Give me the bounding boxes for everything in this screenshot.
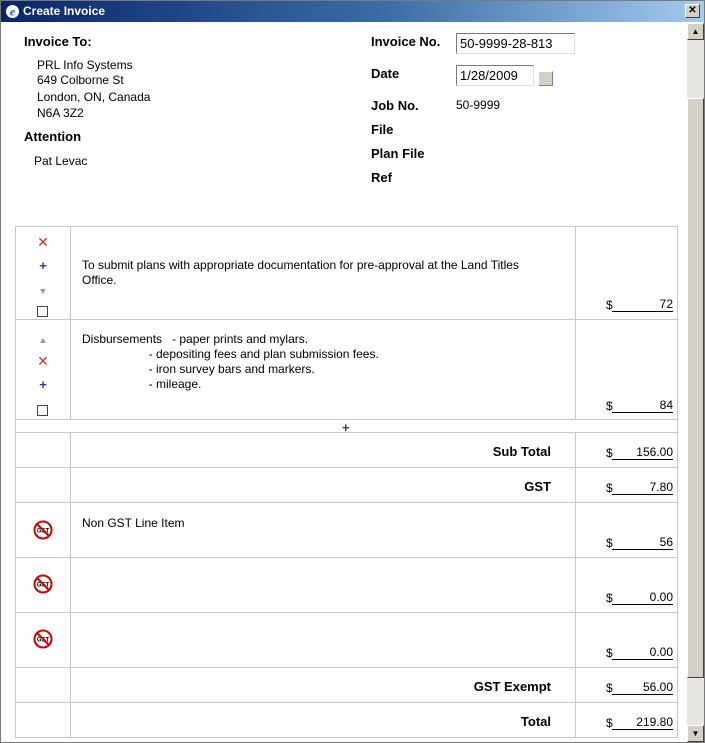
line-item-checkbox[interactable] [37,405,48,416]
invoice-form: Invoice To: PRL Info Systems 649 Colborn… [3,23,687,742]
invoice-no-label: Invoice No. [371,34,441,49]
line-item-row: ✕ + ▼ To submit plans with appropriate d… [16,227,677,320]
subtotal-label: Sub Total [492,444,551,459]
gst-row: GST $ 7.80 [16,468,677,503]
move-up-icon[interactable]: ▲ [37,334,49,346]
add-icon[interactable]: + [37,259,49,272]
address-line-1: PRL Info Systems [37,58,133,72]
close-button[interactable]: ✕ [685,4,700,18]
invoice-window: e Create Invoice ✕ Invoice To: PRL Info … [0,0,705,743]
non-gst-row: GST Non GST Line Item $ 56 [16,503,677,558]
gst-exempt-label: GST Exempt [473,679,551,694]
plan-file-label: Plan File [371,146,425,161]
attention-value: Pat Levac [34,154,88,168]
job-no-value: 50-9999 [456,98,501,112]
invoice-no-input[interactable] [456,33,575,54]
delete-icon[interactable]: ✕ [37,354,49,368]
scroll-down-icon[interactable]: ▼ [687,725,704,742]
no-gst-icon[interactable]: GST [33,520,53,540]
ie-icon: e [6,5,19,19]
address-line-2: 649 Colborne St [37,73,124,87]
delete-icon[interactable]: ✕ [37,235,49,249]
file-label: File [371,122,394,137]
add-icon[interactable]: + [37,378,49,391]
scrollbar-thumb[interactable] [687,98,704,678]
non-gst-description[interactable]: Non GST Line Item [82,516,185,531]
date-input[interactable] [456,65,534,86]
gst-label: GST [524,479,551,494]
line-items-table: ✕ + ▼ To submit plans with appropriate d… [15,226,678,738]
address-line-4: N6A 3Z2 [37,106,84,120]
line-item-description[interactable]: Disbursements - paper prints and mylars.… [82,332,379,392]
subtotal-row: Sub Total $ 156.00 [16,433,677,468]
add-line-row: + [16,420,677,435]
date-label: Date [371,66,400,81]
title-bar: e Create Invoice ✕ [1,1,704,22]
total-row: Total $ 219.80 [16,703,677,738]
move-down-icon[interactable]: ▼ [37,285,49,297]
address-line-3: London, ON, Canada [37,90,151,104]
window-title: Create Invoice [23,4,106,18]
vertical-scrollbar[interactable]: ▲ ▼ [687,23,704,742]
svg-text:e: e [10,5,16,19]
line-item-row: ▲ ✕ + Disbursements - paper prints and m… [16,320,677,420]
line-item-description[interactable]: To submit plans with appropriate documen… [82,258,519,288]
scroll-up-icon[interactable]: ▲ [687,23,704,40]
calendar-picker-button[interactable] [538,71,553,86]
attention-label: Attention [24,129,82,144]
gst-exempt-row: GST Exempt $ 56.00 [16,668,677,703]
ref-label: Ref [371,170,392,185]
line-item-checkbox[interactable] [37,306,48,317]
non-gst-row: GST $ 0.00 [16,613,677,668]
total-label: Total [520,714,551,729]
no-gst-icon[interactable]: GST [33,574,53,594]
no-gst-icon[interactable]: GST [33,629,53,649]
invoice-to-label: Invoice To: [24,34,92,49]
non-gst-row: GST $ 0.00 [16,558,677,613]
job-no-label: Job No. [371,98,419,113]
